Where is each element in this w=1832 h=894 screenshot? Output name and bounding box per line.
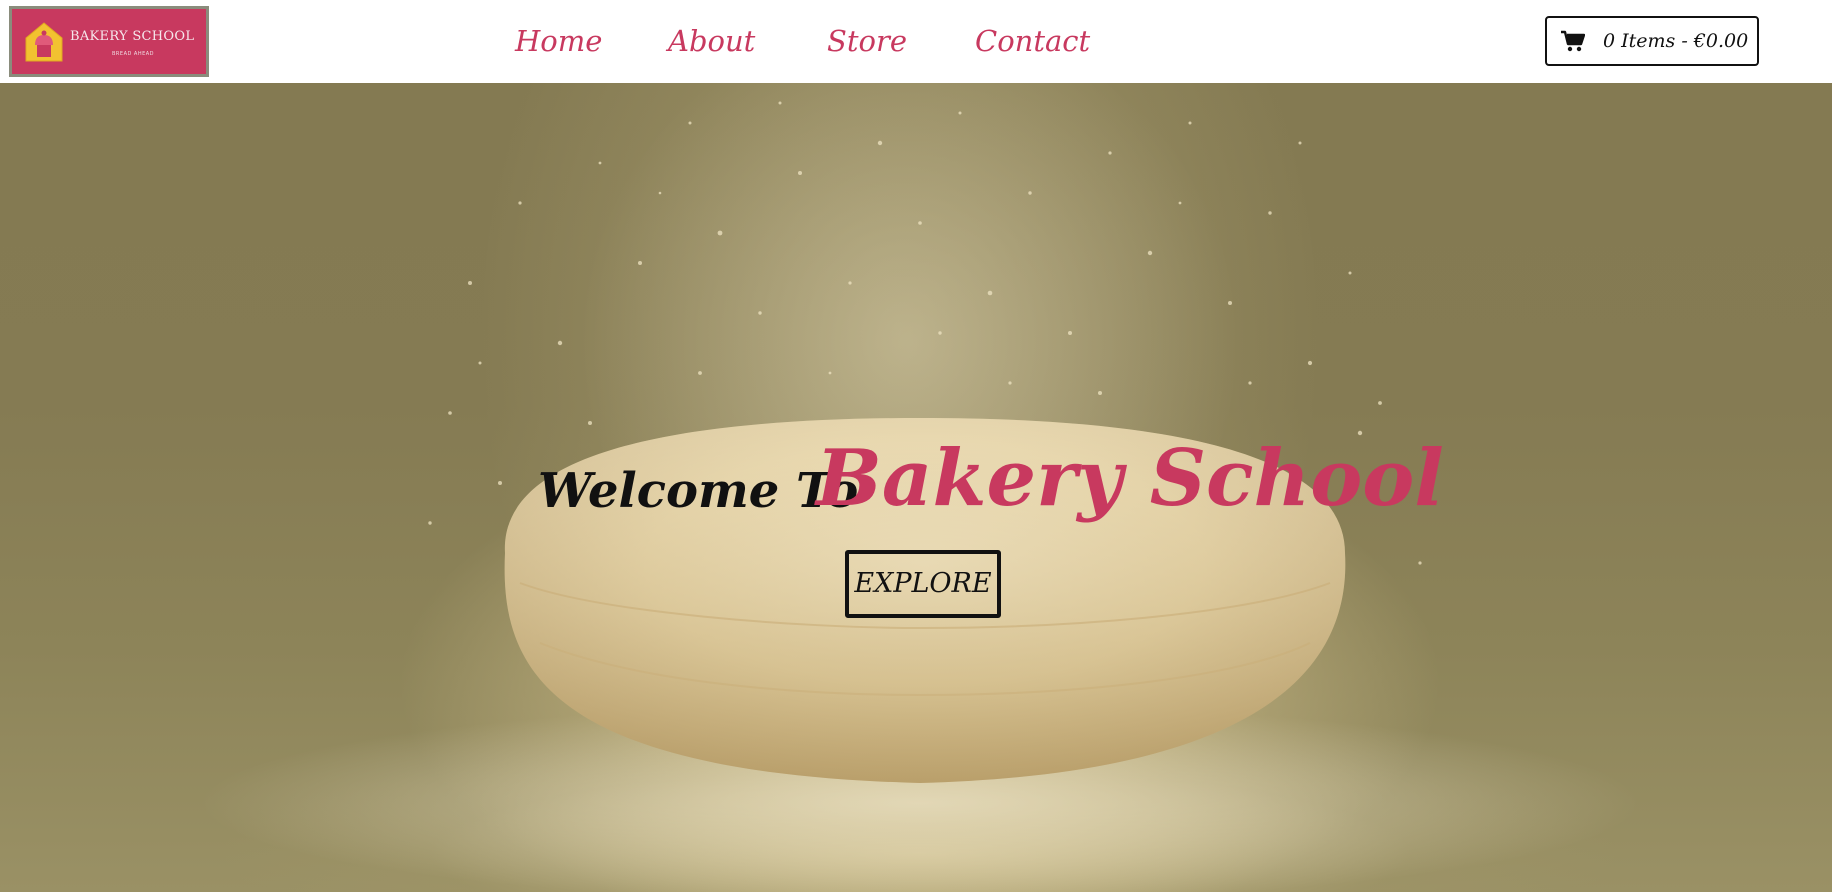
explore-button-label: EXPLORE <box>854 568 992 599</box>
logo-title: BAKERY SCHOOL <box>70 29 195 44</box>
nav-link-contact[interactable]: Contact <box>975 18 1090 64</box>
top-navbar: BAKERY SCHOOL BREAD AHEAD Home About Sto… <box>0 0 1832 83</box>
hero-banner: Welcome To Bakery School EXPLORE <box>0 83 1832 892</box>
cart-summary: 0 Items - €0.00 <box>1603 30 1749 52</box>
nav-link-store[interactable]: Store <box>827 18 907 64</box>
shopping-cart-icon <box>1561 30 1585 52</box>
cupcake-house-icon <box>25 22 63 62</box>
cart-button[interactable]: 0 Items - €0.00 <box>1545 16 1759 66</box>
nav-link-home[interactable]: Home <box>515 18 602 64</box>
hero-brand-name: Bakery School <box>816 433 1444 524</box>
logo-subtitle: BREAD AHEAD <box>112 51 155 57</box>
explore-button[interactable]: EXPLORE <box>845 550 1001 618</box>
site-logo[interactable]: BAKERY SCHOOL BREAD AHEAD <box>9 6 209 77</box>
hero-welcome-text: Welcome To <box>538 463 859 519</box>
nav-link-about[interactable]: About <box>668 18 755 64</box>
